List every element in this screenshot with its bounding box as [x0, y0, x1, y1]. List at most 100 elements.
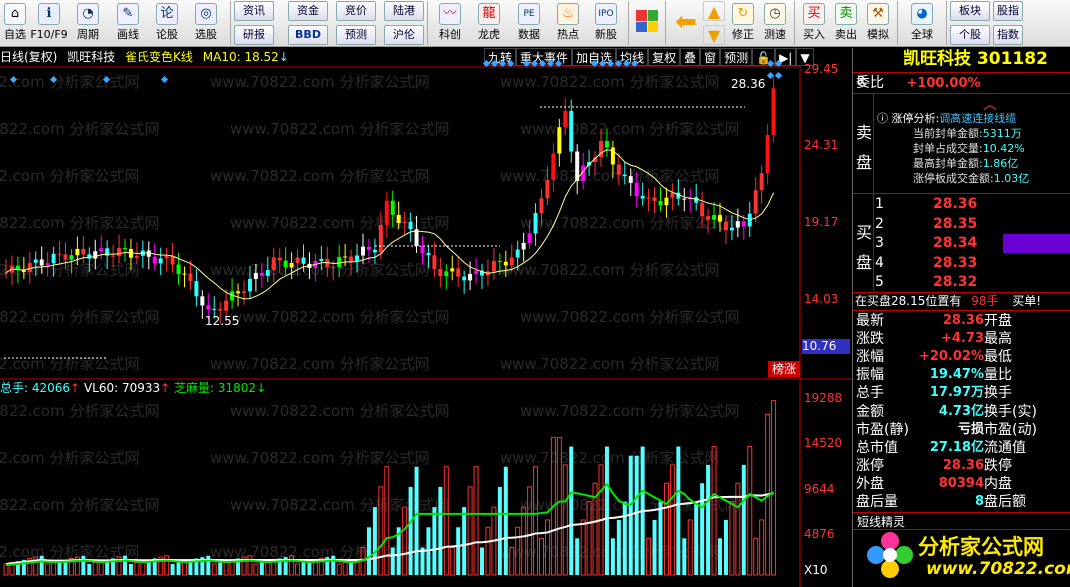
candle-body	[93, 251, 98, 259]
up-arrow-icon: ↑	[70, 381, 81, 395]
candle-body	[343, 256, 348, 258]
event-marker-icon	[606, 59, 615, 68]
candle-body	[545, 179, 550, 199]
stock-forum-button[interactable]: 论 论股	[149, 0, 185, 46]
candle-body	[622, 174, 627, 177]
stat-key: 最高	[984, 331, 1012, 348]
status-volume: 98手	[971, 294, 999, 308]
volume-bar	[265, 560, 271, 576]
fund-button[interactable]: 资金	[288, 1, 328, 21]
candle-body	[111, 255, 116, 257]
shanghai-london-button[interactable]: 沪伦	[384, 25, 424, 45]
research-button[interactable]: 研报	[234, 25, 274, 45]
stock-button[interactable]: 个股	[950, 25, 990, 45]
hammer-icon: ⚒	[867, 3, 889, 25]
news-button[interactable]: 资讯	[234, 1, 274, 21]
forecast-button[interactable]: 预测	[336, 25, 376, 45]
stats-row: 涨跌 +4.73 最高	[856, 330, 1070, 348]
up-arrow-icon: ↑	[160, 381, 171, 395]
bid-row[interactable]: 1 28.36	[875, 195, 1070, 214]
candle-body	[176, 264, 181, 274]
candle-body	[462, 276, 467, 281]
watchlist-button[interactable]: ⌂ 自选	[1, 0, 29, 46]
window-layout-button[interactable]	[632, 0, 662, 46]
candle-body	[444, 271, 449, 277]
candle-body	[247, 278, 252, 292]
bid-row[interactable]: 3 28.34	[875, 234, 1070, 253]
stat-key: 盘后量	[856, 494, 898, 510]
event-marker-icon	[614, 59, 623, 68]
sell-button[interactable]: 卖 卖出	[830, 0, 862, 46]
arrow-down-icon[interactable]: ▼	[703, 25, 725, 45]
bid-row[interactable]: 5 28.32	[875, 273, 1070, 292]
volume-bar	[123, 555, 127, 575]
index-button[interactable]: 指数	[993, 25, 1023, 45]
rank-rise-button[interactable]: 榜涨	[768, 361, 800, 377]
volume-bar	[140, 560, 146, 576]
price-tick: 14.03	[804, 292, 839, 306]
period-button[interactable]: ◔ 周期	[69, 0, 107, 46]
stock-title: 凯旺科技 301182	[903, 48, 1048, 70]
stat-value: 19.47%	[929, 367, 984, 383]
candle-body	[640, 196, 645, 199]
volume-bar	[575, 538, 580, 575]
divider	[853, 310, 1070, 311]
volume-bar	[706, 464, 711, 575]
candle-body	[664, 197, 669, 206]
speed-test-button[interactable]: ◷ 测速	[759, 0, 791, 46]
bid-level: 4	[875, 254, 884, 271]
candle-body	[569, 110, 574, 152]
zhima-volume: 芝麻量: 31802	[174, 381, 257, 395]
candle-body	[610, 147, 615, 165]
star-market-button[interactable]: 〰 科创	[431, 0, 469, 46]
price-chart[interactable]: www.70822.com 分析家公式网 www.70822.com 分析家公式网…	[0, 47, 852, 587]
simulate-button[interactable]: ⚒ 模拟	[862, 0, 894, 46]
candle-body	[200, 296, 205, 306]
sector-button[interactable]: 板块	[950, 1, 990, 21]
pen-icon: ✎	[117, 3, 139, 25]
candle-body	[188, 273, 193, 282]
stat-key: 跌停	[984, 457, 1012, 474]
dragon-tiger-button[interactable]: 龍 龙虎	[469, 0, 509, 46]
volume-bar	[182, 560, 187, 576]
candle-body	[134, 255, 139, 258]
correction-button[interactable]: ↻ 修正	[727, 0, 759, 46]
watermark-text: www.70822.com 分析家公式网	[520, 402, 740, 420]
bid-level: 2	[875, 215, 884, 232]
stock-picker-button[interactable]: ◎ 选股	[185, 0, 227, 46]
back-button[interactable]: ⬅	[669, 0, 703, 46]
event-marker-icon	[590, 59, 599, 68]
data-button[interactable]: PE 数据	[509, 0, 549, 46]
buy-button[interactable]: 买 买入	[798, 0, 830, 46]
candle-body	[39, 259, 44, 266]
new-stock-button[interactable]: IPO 新股	[587, 0, 625, 46]
zt-link[interactable]: 调高速连接线缆	[939, 112, 1016, 125]
pe-icon: PE	[518, 3, 540, 25]
bid-row[interactable]: 2 28.35	[875, 215, 1070, 234]
hotspot-button[interactable]: ♨ 热点	[549, 0, 587, 46]
bbd-button[interactable]: BBD	[288, 25, 328, 45]
arrow-up-icon[interactable]: ▲	[703, 1, 725, 21]
bid-row[interactable]: 4 28.33	[875, 254, 1070, 273]
auction-button[interactable]: 竞价	[336, 1, 376, 21]
f10-button[interactable]: ℹ F10/F9	[29, 0, 69, 46]
status-text: 在买盘28.15位置有	[855, 294, 962, 308]
stat-value: 28.36	[942, 313, 984, 328]
hk-connect-button[interactable]: 陆港	[384, 1, 424, 21]
volume-bar	[480, 547, 484, 575]
stat-key: 总手	[856, 385, 884, 402]
stack-group-2: 股指 指数	[993, 1, 1023, 45]
volume-bar	[331, 555, 336, 575]
candle-body	[468, 273, 473, 281]
volume-bar	[402, 506, 408, 576]
stats-row: 涨停 28.36 跌停	[856, 457, 1070, 475]
event-marker-icon	[622, 59, 631, 68]
event-marker-icon	[490, 59, 499, 68]
stat-key: 量比	[984, 367, 1012, 384]
volume-bar	[223, 560, 229, 576]
global-button[interactable]: ◕ 全球	[901, 0, 943, 46]
low-annotation: 12.55	[205, 314, 240, 328]
draw-line-button[interactable]: ✎ 画线	[107, 0, 149, 46]
stock-index-button[interactable]: 股指	[993, 1, 1023, 21]
candle-body	[27, 262, 32, 273]
